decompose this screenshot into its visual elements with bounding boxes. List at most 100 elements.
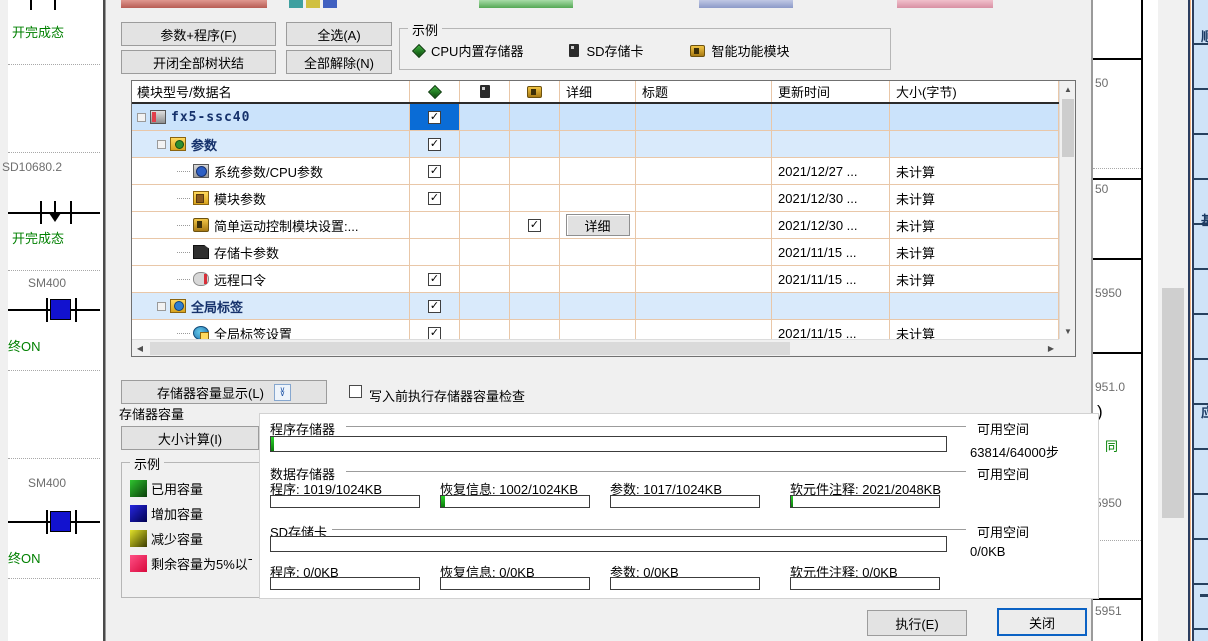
toolbar-fragment: [699, 0, 793, 8]
low-remaining-swatch: [130, 555, 147, 572]
contact-tick: [46, 298, 48, 322]
table-row[interactable]: 简单运动控制模块设置:...✓详细2021/12/30 ...未计算: [132, 212, 1059, 239]
sd-check-cell[interactable]: [460, 104, 510, 130]
detail-cell: [560, 185, 636, 211]
cpu-check-cell[interactable]: ✓: [410, 131, 460, 157]
capacity-display-button[interactable]: 存储器容量显示(L) ∨∨: [121, 380, 327, 404]
scrollbar-thumb[interactable]: [1162, 288, 1184, 518]
memory-item-bar: [610, 495, 760, 508]
row-checkbox[interactable]: ✓: [528, 219, 541, 232]
title-cell: [636, 266, 772, 292]
selected-cell-cursor[interactable]: [50, 511, 71, 532]
legend-items: CPU内置存储器SD存储卡智能功能模块: [414, 41, 790, 60]
deselect-all-button[interactable]: 全部解除(N): [286, 50, 392, 74]
column-name[interactable]: 模块型号/数据名: [132, 81, 410, 102]
module-check-cell[interactable]: [510, 266, 560, 292]
size-cell: 未计算: [890, 266, 1059, 292]
module-check-cell[interactable]: [510, 158, 560, 184]
module-check-cell[interactable]: [510, 320, 560, 339]
row-checkbox[interactable]: ✓: [428, 111, 441, 124]
execute-button[interactable]: 执行(E): [867, 610, 967, 636]
toggle-tree-button[interactable]: 开闭全部树状结: [121, 50, 276, 74]
table-row[interactable]: 存储卡参数2021/11/15 ...未计算: [132, 239, 1059, 266]
tree-expand-box[interactable]: [157, 140, 166, 149]
cpu-check-cell[interactable]: ✓: [410, 158, 460, 184]
title-cell: [636, 158, 772, 184]
close-button[interactable]: 关闭: [997, 608, 1087, 636]
table-row[interactable]: fx5-ssc40✓: [132, 104, 1059, 131]
cpu-memory-icon: [427, 84, 441, 98]
param-program-button[interactable]: 参数+程序(F): [121, 22, 276, 46]
scrollbar-thumb[interactable]: [1062, 99, 1074, 157]
scroll-left-arrow[interactable]: ◀: [132, 340, 148, 356]
selected-cell-cursor[interactable]: [50, 299, 71, 320]
cpu-check-cell[interactable]: ✓: [410, 266, 460, 292]
legend-item: SD存储卡: [569, 41, 643, 60]
cpu-check-cell[interactable]: ✓: [410, 104, 460, 130]
table-row[interactable]: 全局标签✓: [132, 293, 1059, 320]
table-row[interactable]: 模块参数✓2021/12/30 ...未计算: [132, 185, 1059, 212]
select-all-button[interactable]: 全选(A): [286, 22, 392, 46]
legend-item: 智能功能模块: [690, 41, 790, 60]
table-row[interactable]: 系统参数/CPU参数✓2021/12/27 ...未计算: [132, 158, 1059, 185]
sd-check-cell[interactable]: [460, 320, 510, 339]
size-calc-button[interactable]: 大小计算(I): [121, 426, 259, 450]
table-row[interactable]: 远程口令✓2021/11/15 ...未计算: [132, 266, 1059, 293]
row-checkbox[interactable]: ✓: [428, 300, 441, 313]
row-checkbox[interactable]: ✓: [428, 165, 441, 178]
sd-check-cell[interactable]: [460, 266, 510, 292]
sd-check-cell[interactable]: [460, 293, 510, 319]
cpu-check-cell[interactable]: ✓: [410, 320, 460, 339]
module-check-cell[interactable]: ✓: [510, 212, 560, 238]
scrollbar-thumb[interactable]: [150, 342, 790, 355]
row-checkbox[interactable]: ✓: [428, 192, 441, 205]
cpu-check-cell[interactable]: ✓: [410, 293, 460, 319]
cpu-check-cell[interactable]: ✓: [410, 185, 460, 211]
window-scrollbar[interactable]: [1158, 0, 1188, 641]
module-check-cell[interactable]: [510, 104, 560, 130]
module-parameter-icon: [193, 191, 209, 205]
grid-horizontal-scrollbar[interactable]: ◀ ▶: [132, 339, 1059, 356]
updated-cell: [772, 131, 890, 157]
tree-connector: [177, 225, 190, 226]
increased-capacity-swatch: [130, 505, 147, 522]
cpu-check-cell[interactable]: [410, 239, 460, 265]
table-row[interactable]: 参数 ✓: [132, 131, 1059, 158]
row-checkbox[interactable]: ✓: [428, 327, 441, 340]
detail-button[interactable]: 详细: [566, 214, 630, 236]
cpu-check-cell[interactable]: [410, 212, 460, 238]
row-checkbox[interactable]: ✓: [428, 138, 441, 151]
sd-check-cell[interactable]: [460, 212, 510, 238]
sd-check-cell[interactable]: [460, 131, 510, 157]
sd-check-cell[interactable]: [460, 239, 510, 265]
ladder-comment: 开完成态: [12, 232, 68, 247]
legend-title: 示例: [408, 20, 442, 39]
column-updated[interactable]: 更新时间: [772, 81, 890, 102]
column-cpu-memory[interactable]: [410, 81, 460, 102]
table-row[interactable]: 全局标签设置✓2021/11/15 ...未计算: [132, 320, 1059, 339]
module-check-cell[interactable]: [510, 239, 560, 265]
capacity-legend-label: 已用容量: [151, 479, 203, 498]
tree-expand-box[interactable]: [157, 302, 166, 311]
tree-expand-box[interactable]: [137, 113, 146, 122]
column-sd-card[interactable]: [460, 81, 510, 102]
row-name-cell: 参数: [132, 131, 410, 157]
precheck-checkbox[interactable]: [349, 385, 362, 398]
column-title[interactable]: 标题: [636, 81, 772, 102]
row-checkbox[interactable]: ✓: [428, 273, 441, 286]
column-size[interactable]: 大小(字节): [890, 81, 1059, 102]
size-cell: [890, 293, 1059, 319]
scroll-right-arrow[interactable]: ▶: [1043, 340, 1059, 356]
sd-check-cell[interactable]: [460, 158, 510, 184]
module-check-cell[interactable]: [510, 293, 560, 319]
memory-item-bar: [270, 577, 420, 590]
scroll-up-arrow[interactable]: ▲: [1060, 81, 1076, 97]
scroll-down-arrow[interactable]: ▼: [1060, 323, 1076, 339]
column-detail[interactable]: 详细: [560, 81, 636, 102]
column-intelligent-module[interactable]: [510, 81, 560, 102]
module-check-cell[interactable]: [510, 131, 560, 157]
instruction-buttons[interactable]: 顺 基 应: [1194, 0, 1208, 641]
module-check-cell[interactable]: [510, 185, 560, 211]
sd-check-cell[interactable]: [460, 185, 510, 211]
grid-vertical-scrollbar[interactable]: ▲ ▼: [1059, 81, 1075, 339]
